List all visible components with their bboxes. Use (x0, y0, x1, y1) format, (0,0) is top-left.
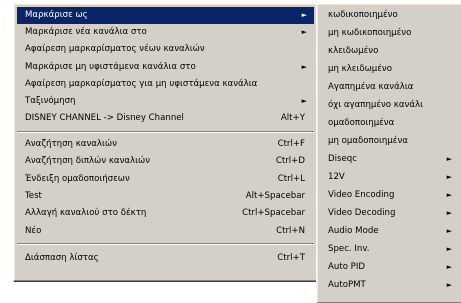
menu-separator (17, 131, 314, 133)
menu-item-mark-new-channels[interactable]: Μαρκάρισε νέα κανάλια στο ► (17, 24, 314, 41)
menu-item-label: κλειδωμένο (328, 46, 379, 56)
submenu-mark-as: κωδικοποιημένο μη κωδικοποιημένο κλειδωμ… (316, 3, 461, 303)
submenu-arrow-icon: ► (446, 155, 452, 163)
submenu-item-not-grouped[interactable]: μη ομαδοποιημένα (320, 133, 459, 150)
submenu-arrow-icon: ► (446, 263, 452, 271)
menu-item-unmark-new-channels[interactable]: Αφαίρεση μαρκαρίσματος νέων καναλιών (17, 41, 314, 58)
submenu-item-diseqc[interactable]: Diseqc ► (320, 151, 459, 168)
menu-item-label: Αναζήτηση διπλών καναλιών (25, 156, 151, 166)
submenu-arrow-icon: ► (446, 281, 452, 289)
menu-item-shortcut: Ctrl+F (277, 139, 305, 149)
menu-item-shortcut: Ctrl+D (275, 156, 305, 166)
menu-item-new[interactable]: Νέο Ctrl+N (17, 223, 314, 240)
menu-item-test[interactable]: Test Alt+Spacebar (17, 188, 314, 205)
menu-item-search-channels[interactable]: Αναζήτηση καναλιών Ctrl+F (17, 136, 314, 153)
submenu-item-favorites[interactable]: Αγαπημένα κανάλια (320, 79, 459, 96)
menu-item-label: Spec. Inv. (328, 244, 370, 254)
menu-item-mark-as[interactable]: Μαρκάρισε ως ► (17, 7, 314, 25)
submenu-item-auto-pmt[interactable]: AutoPMT ► (320, 277, 459, 294)
menu-item-label: Video Encoding (328, 190, 395, 200)
menu-item-label: Test (25, 191, 42, 201)
menu-item-label: Νέο (25, 225, 42, 236)
menu-item-shortcut: Ctrl+N (276, 225, 305, 236)
menu-item-label: Διάσπαση λίστας (25, 253, 99, 263)
menu-item-show-groupings[interactable]: Ένδειξη ομαδοποιήσεων Ctrl+L (17, 171, 314, 188)
submenu-arrow-icon: ► (301, 97, 307, 105)
submenu-arrow-icon: ► (301, 28, 307, 36)
menu-item-search-duplicates[interactable]: Αναζήτηση διπλών καναλιών Ctrl+D (17, 153, 314, 170)
menu-item-change-channel-receiver[interactable]: Αλλαγή καναλιού στο δέκτη Ctrl+Spacebar (17, 205, 314, 222)
menu-item-shortcut: Ctrl+T (277, 253, 305, 263)
menu-item-split-list[interactable]: Διάσπαση λίστας Ctrl+T (17, 250, 314, 267)
submenu-item-not-favorite[interactable]: όχι αγαπημένο κανάλι (320, 97, 459, 114)
submenu-item-not-encrypted[interactable]: μη κωδικοποιημένο (320, 25, 459, 42)
menu-item-label: Αφαίρεση μαρκαρίσματος για μη υφιστάμενα… (25, 78, 258, 89)
menu-item-mark-nonexistent-channels[interactable]: Μαρκάρισε μη υφιστάμενα κανάλια στο ► (17, 59, 314, 76)
menu-item-shortcut: Alt+Y (280, 113, 305, 123)
menu-item-label: DISNEY CHANNEL -> Disney Channel (25, 113, 184, 123)
menu-item-label: κωδικοποιημένο (328, 10, 398, 20)
menu-item-label: μη κωδικοποιημένο (328, 28, 412, 38)
submenu-arrow-icon: ► (446, 227, 452, 235)
menu-item-label: 12V (328, 172, 345, 182)
menu-item-label: μη κλειδωμένο (328, 64, 392, 74)
submenu-arrow-icon: ► (446, 245, 452, 253)
menu-item-label: Αναζήτηση καναλιών (25, 139, 117, 149)
submenu-item-video-encoding[interactable]: Video Encoding ► (320, 187, 459, 204)
submenu-arrow-icon: ► (301, 62, 307, 71)
menu-item-label: Diseqc (328, 154, 357, 164)
menu-item-shortcut: Alt+Spacebar (245, 191, 305, 201)
menu-item-rename-channel[interactable]: DISNEY CHANNEL -> Disney Channel Alt+Y (17, 110, 314, 127)
menu-item-label: Ταξινόμηση (25, 96, 76, 106)
menu-item-label: Ένδειξη ομαδοποιήσεων (25, 173, 130, 184)
submenu-item-locked[interactable]: κλειδωμένο (320, 43, 459, 60)
menu-item-unmark-nonexistent-channels[interactable]: Αφαίρεση μαρκαρίσματος για μη υφιστάμενα… (17, 76, 314, 93)
submenu-item-auto-pid[interactable]: Auto PID ► (320, 259, 459, 276)
submenu-arrow-icon: ► (446, 173, 452, 181)
menu-item-label: Auto PID (328, 262, 366, 272)
menu-item-label: Video Decoding (328, 208, 396, 218)
menu-item-label: μη ομαδοποιημένα (328, 136, 408, 146)
menu-item-label: Αλλαγή καναλιού στο δέκτη (25, 208, 147, 218)
submenu-item-encrypted[interactable]: κωδικοποιημένο (320, 7, 459, 24)
menu-item-label: ομαδοποιημένα (328, 118, 395, 128)
menu-item-label: Audio Mode (328, 226, 379, 236)
submenu-item-spec-inv[interactable]: Spec. Inv. ► (320, 241, 459, 258)
menu-item-label: AutoPMT (328, 280, 366, 290)
submenu-item-audio-mode[interactable]: Audio Mode ► (320, 223, 459, 240)
submenu-arrow-icon: ► (446, 209, 452, 217)
menu-item-label: Μαρκάρισε μη υφιστάμενα κανάλια στο (25, 61, 196, 72)
menu-item-label: όχι αγαπημένο κανάλι (328, 100, 423, 110)
submenu-item-unlocked[interactable]: μη κλειδωμένο (320, 61, 459, 78)
menu-separator (17, 243, 314, 245)
context-menu: Μαρκάρισε ως ► Μαρκάρισε νέα κανάλια στο… (13, 3, 318, 282)
menu-item-label: Αφαίρεση μαρκαρίσματος νέων καναλιών (25, 44, 205, 54)
menu-item-shortcut: Ctrl+L (277, 173, 305, 184)
submenu-item-12v[interactable]: 12V ► (320, 169, 459, 186)
menu-item-label: Αγαπημένα κανάλια (328, 82, 414, 92)
submenu-arrow-icon: ► (301, 11, 307, 19)
submenu-arrow-icon: ► (446, 191, 452, 199)
menu-item-sort[interactable]: Ταξινόμηση ► (17, 93, 314, 110)
menu-item-label: Μαρκάρισε νέα κανάλια στο (25, 27, 147, 37)
menu-item-shortcut: Ctrl+Spacebar (242, 208, 305, 218)
submenu-item-grouped[interactable]: ομαδοποιημένα (320, 115, 459, 132)
menu-item-label: Μαρκάρισε ως (25, 10, 88, 20)
submenu-item-video-decoding[interactable]: Video Decoding ► (320, 205, 459, 222)
